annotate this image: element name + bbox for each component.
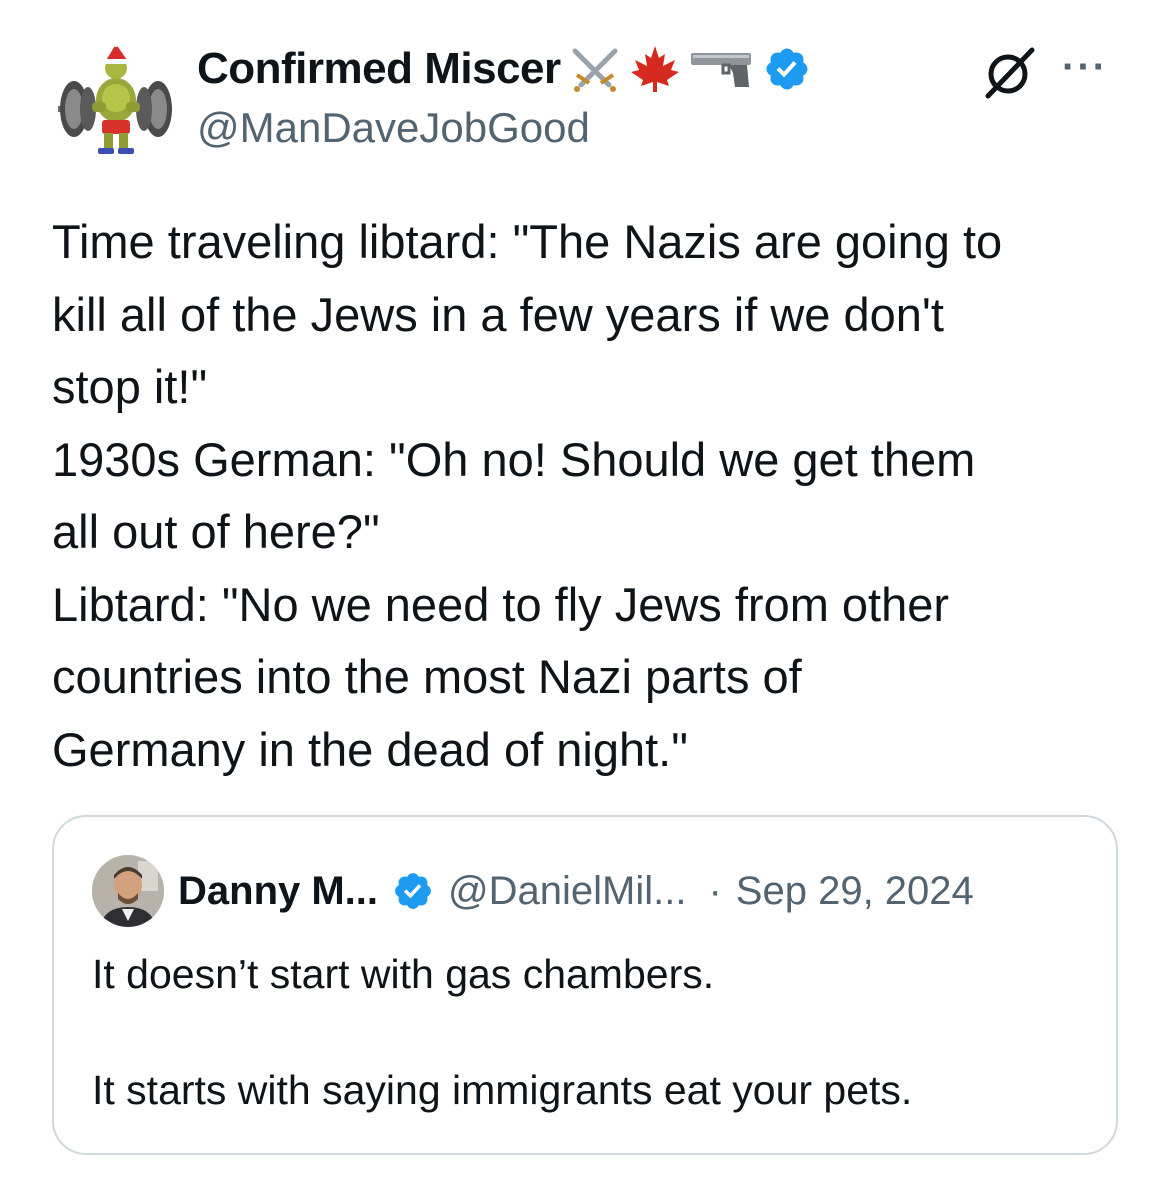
body-line: Time traveling libtard: "The Nazis are g… [52, 215, 1003, 268]
author-name-row: Confirmed Miscer [197, 40, 811, 98]
crossed-swords-icon [569, 45, 621, 93]
tweet-body-text: Time traveling libtard: "The Nazis are g… [52, 206, 1142, 786]
body-line: kill all of the Jews in a few years if w… [52, 287, 944, 341]
body-line: countries into the most Nazi parts of [52, 650, 802, 703]
more-options-icon[interactable]: ··· [1062, 47, 1108, 87]
body-line: stop it!" [52, 360, 208, 413]
quoted-author-row: Danny M... @DanielMil... · Sep 29, 2024 [178, 861, 974, 921]
weightlifter-avatar-image [58, 41, 172, 154]
pistol-icon [689, 47, 755, 91]
body-line: all out of here?" [52, 505, 380, 558]
quoted-tweet-card[interactable]: Danny M... @DanielMil... · Sep 29, 2024 … [52, 815, 1118, 1155]
quoted-text-line: It doesn’t start with gas chambers. [92, 951, 715, 997]
body-line: 1930s German: "Oh no! Should we get them [52, 432, 976, 486]
quoted-tweet-text: It doesn’t start with gas chambers. It s… [92, 945, 1092, 1119]
verified-badge-icon[interactable] [392, 870, 434, 912]
author-avatar[interactable] [50, 36, 180, 166]
body-line: Germany in the dead of night." [52, 722, 688, 776]
quoted-display-name[interactable]: Danny M... [178, 869, 378, 914]
separator-dot: · [708, 868, 722, 913]
tweet: Confirmed Miscer @ManDaveJobGood ··· Tim… [0, 0, 1170, 1179]
author-handle[interactable]: @ManDaveJobGood [197, 104, 590, 152]
grok-icon[interactable] [982, 44, 1038, 100]
quoted-handle[interactable]: @DanielMil... [448, 869, 686, 914]
verified-badge-icon[interactable] [763, 45, 811, 93]
quoted-text-line: It starts with saying immigrants eat you… [92, 1067, 913, 1113]
quoted-author-avatar[interactable] [92, 855, 164, 927]
maple-leaf-icon [629, 44, 681, 94]
body-line: Libtard: "No we need to fly Jews from ot… [52, 577, 950, 631]
quoted-date[interactable]: Sep 29, 2024 [736, 869, 974, 914]
person-avatar-image [92, 855, 164, 927]
author-display-name[interactable]: Confirmed Miscer [197, 44, 561, 94]
